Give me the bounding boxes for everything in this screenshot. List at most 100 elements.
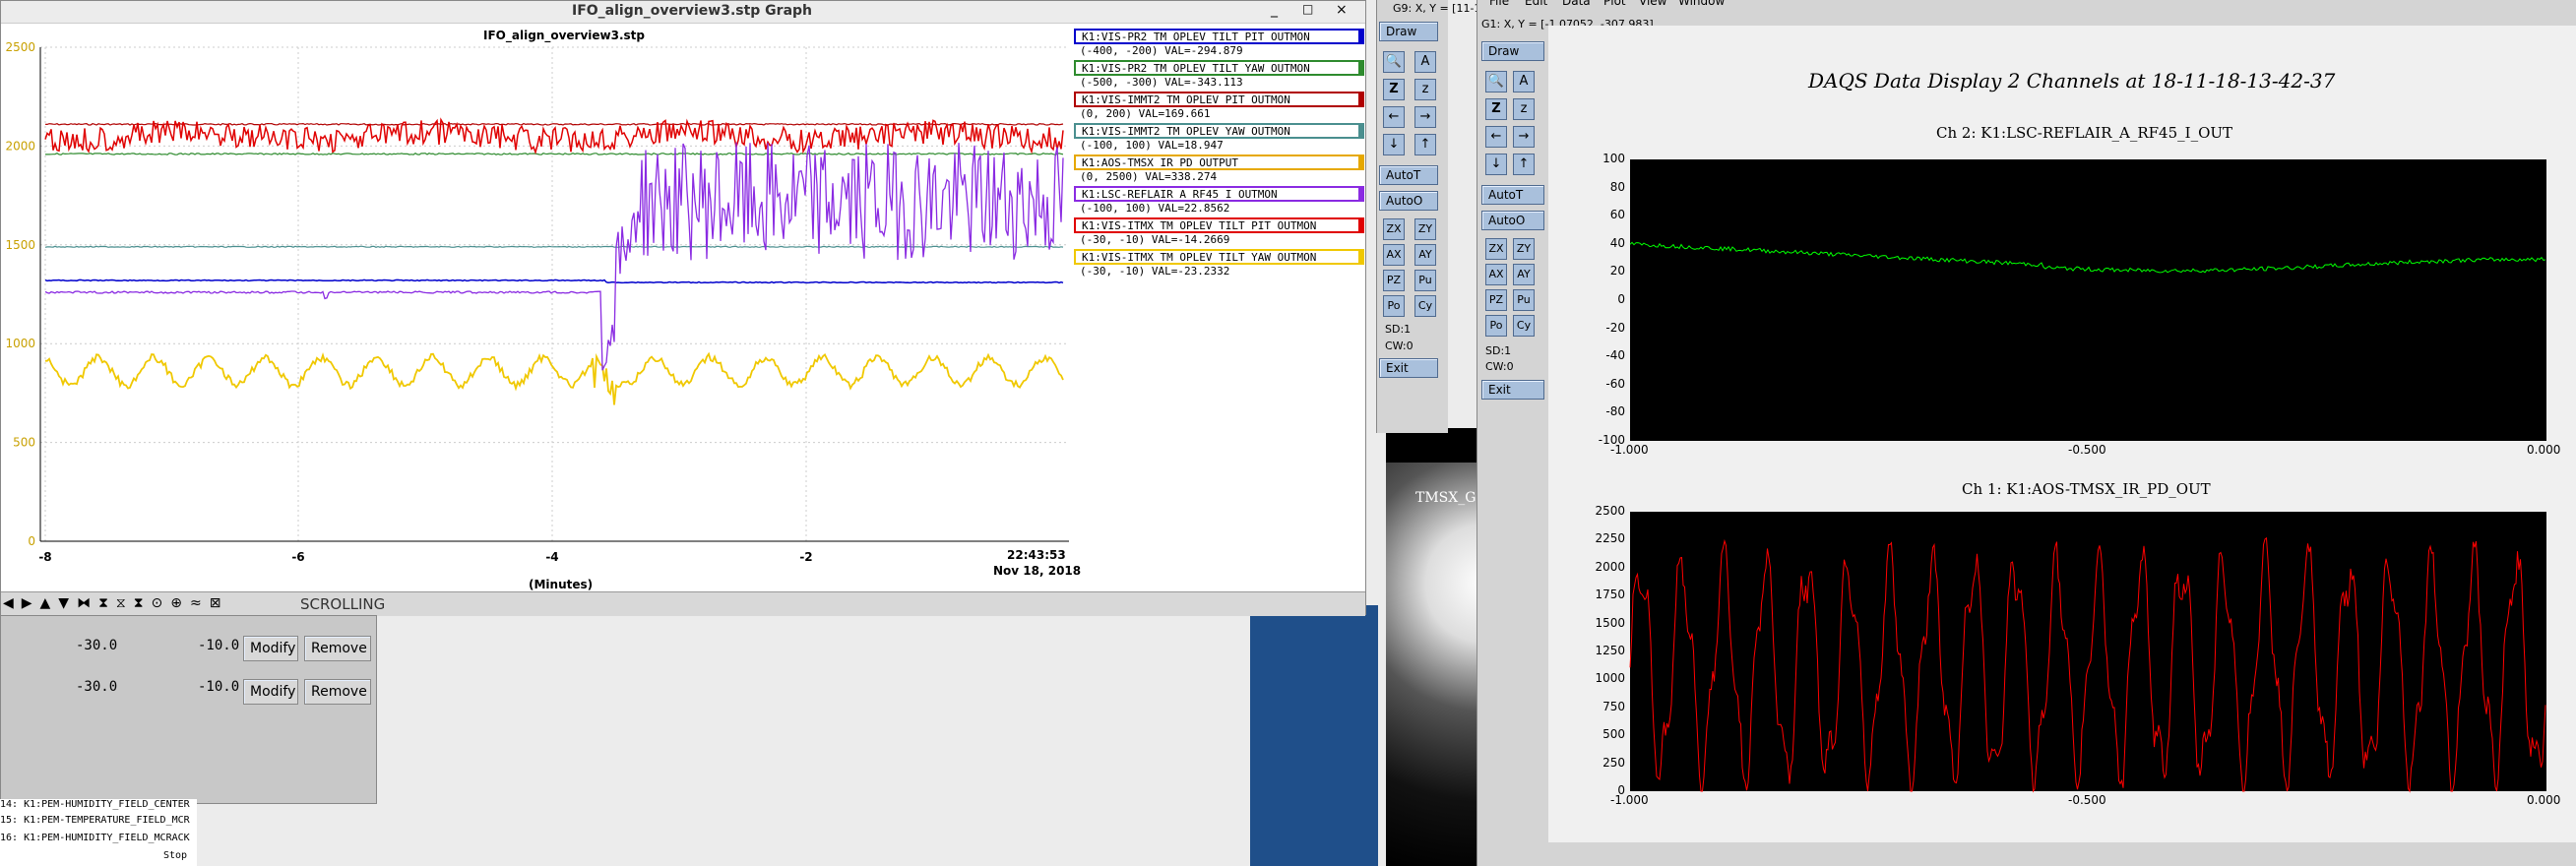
exit-button[interactable]: Exit — [1481, 380, 1544, 400]
stop-label[interactable]: Stop — [163, 850, 187, 861]
ay-button[interactable]: AY — [1513, 264, 1535, 285]
pz-button[interactable]: PZ — [1383, 270, 1405, 291]
ch2-y-tick: 100 — [1602, 152, 1625, 165]
search-icon[interactable]: 🔍 — [1485, 71, 1507, 93]
ch2-trace — [1629, 241, 2546, 274]
modify-button[interactable]: Modify — [243, 679, 298, 705]
camera-label: TMSX_G — [1415, 490, 1476, 506]
ch2-y-tick: 40 — [1609, 235, 1625, 250]
legend-range: (-500, -300) VAL=-343.113 — [1080, 76, 1243, 89]
desktop-background — [1250, 605, 1378, 866]
g9-title: G9: X, Y = [11-1 — [1393, 2, 1481, 15]
camera-image — [1386, 463, 1484, 866]
x-axis-label: (Minutes) — [529, 578, 594, 591]
x-tick-label: -2 — [799, 550, 812, 564]
y-tick-label: 2500 — [5, 40, 35, 54]
cy-button[interactable]: Cy — [1513, 315, 1535, 337]
draw-button[interactable]: Draw — [1481, 41, 1544, 61]
pu-button[interactable]: Pu — [1414, 270, 1436, 291]
arrow-down-icon[interactable]: ↓ — [1485, 154, 1507, 175]
po-button[interactable]: Po — [1383, 295, 1405, 317]
remove-button[interactable]: Remove — [304, 679, 371, 705]
menu-data[interactable]: Data — [1562, 0, 1591, 8]
remove-button[interactable]: Remove — [304, 636, 371, 661]
close-icon[interactable]: × — [1336, 2, 1348, 18]
legend-entry[interactable]: K1:LSC-REFLAIR_A_RF45_I_OUTMON — [1074, 186, 1364, 202]
menu-view[interactable]: View — [1639, 0, 1666, 8]
zoom-z-icon[interactable]: Z — [1485, 98, 1507, 120]
row2-min[interactable]: -30.0 — [76, 679, 117, 695]
pz-button[interactable]: PZ — [1485, 289, 1507, 311]
zx-button[interactable]: ZX — [1383, 218, 1405, 240]
striptool-window: IFO_align_overview3.stp Graph _ □ × IFO_… — [0, 0, 1366, 616]
arrow-right-icon[interactable]: → — [1414, 106, 1436, 128]
autoo-button[interactable]: AutoO — [1379, 191, 1438, 211]
legend-range: (0, 200) VAL=169.661 — [1080, 107, 1211, 120]
list-item[interactable]: 14: K1:PEM-HUMIDITY_FIELD_CENTER — [0, 799, 190, 810]
cy-button[interactable]: Cy — [1414, 295, 1436, 317]
x-tick-label: -6 — [291, 550, 304, 564]
ch2-y-tick: -80 — [1605, 404, 1625, 419]
arrow-up-icon[interactable]: ↑ — [1513, 154, 1535, 175]
arrow-right-icon[interactable]: → — [1513, 126, 1535, 148]
zoom-z-small-icon[interactable]: z — [1414, 79, 1436, 100]
arrow-left-icon[interactable]: ← — [1383, 106, 1405, 128]
legend-range: (-400, -200) VAL=-294.879 — [1080, 44, 1243, 57]
ch2-y-tick: -60 — [1605, 376, 1625, 391]
menu-file[interactable]: File — [1489, 0, 1509, 8]
legend-entry[interactable]: K1:VIS-ITMX_TM_OPLEV_TILT_PIT_OUTMON — [1074, 217, 1364, 233]
row1-max[interactable]: -10.0 — [198, 638, 239, 653]
arrow-down-icon[interactable]: ↓ — [1383, 134, 1405, 155]
zoom-axes-icon[interactable]: A — [1414, 51, 1436, 73]
menu-plot[interactable]: Plot — [1603, 0, 1626, 8]
ax-button[interactable]: AX — [1485, 264, 1507, 285]
zx-button[interactable]: ZX — [1485, 238, 1507, 260]
autot-button[interactable]: AutoT — [1481, 185, 1544, 205]
minimize-icon[interactable]: _ — [1271, 2, 1278, 18]
row2-max[interactable]: -10.0 — [198, 679, 239, 695]
zy-button[interactable]: ZY — [1414, 218, 1436, 240]
y-tick-label: 500 — [13, 436, 35, 450]
control-icons[interactable]: ◀▶▲▼⧓⧗⧖⧗⊙⊕≈⊠ — [3, 595, 228, 611]
x-tick-label: -8 — [38, 550, 51, 564]
zoom-z-icon[interactable]: Z — [1383, 79, 1405, 100]
ch2-y-tick: 60 — [1609, 208, 1625, 222]
x-date: Nov 18, 2018 — [993, 564, 1082, 578]
x-time: 22:43:53 — [1007, 548, 1066, 562]
ch1-y-tick: 500 — [1602, 727, 1625, 742]
row1-min[interactable]: -30.0 — [76, 638, 117, 653]
autot-button[interactable]: AutoT — [1379, 165, 1438, 185]
legend-entry[interactable]: K1:VIS-IMMT2_TM_OPLEV_YAW_OUTMON — [1074, 123, 1364, 139]
zoom-z-small-icon[interactable]: z — [1513, 98, 1535, 120]
legend-entry[interactable]: K1:VIS-ITMX_TM_OPLEV_TILT_YAW_OUTMON — [1074, 249, 1364, 265]
modify-button[interactable]: Modify — [243, 636, 298, 661]
list-item[interactable]: 16: K1:PEM-HUMIDITY_FIELD_MCRACK — [0, 833, 190, 843]
ch2-x-tick: -0.500 — [2068, 443, 2106, 457]
y-tick-label: 0 — [28, 534, 35, 548]
arrow-up-icon[interactable]: ↑ — [1414, 134, 1436, 155]
zy-button[interactable]: ZY — [1513, 238, 1535, 260]
maximize-icon[interactable]: □ — [1302, 2, 1313, 16]
ch1-y-tick: 750 — [1602, 699, 1625, 713]
list-item[interactable]: 15: K1:PEM-TEMPERATURE_FIELD_MCR — [0, 815, 190, 826]
legend-entry[interactable]: K1:VIS-IMMT2_TM_OPLEV_PIT_OUTMON — [1074, 92, 1364, 107]
zoom-axes-icon[interactable]: A — [1513, 71, 1535, 93]
legend-entry[interactable]: K1:VIS-PR2_TM_OPLEV_TILT_PIT_OUTMON — [1074, 29, 1364, 44]
ch2-x-tick: -1.000 — [1610, 443, 1649, 457]
arrow-left-icon[interactable]: ← — [1485, 126, 1507, 148]
menu-edit[interactable]: Edit — [1525, 0, 1547, 8]
draw-button[interactable]: Draw — [1379, 22, 1438, 41]
ax-button[interactable]: AX — [1383, 244, 1405, 266]
ch1-y-tick: 2500 — [1595, 504, 1625, 518]
legend-entry[interactable]: K1:VIS-PR2_TM_OPLEV_TILT_YAW_OUTMON — [1074, 60, 1364, 76]
pu-button[interactable]: Pu — [1513, 289, 1535, 311]
autoo-button[interactable]: AutoO — [1481, 211, 1544, 230]
menu-window[interactable]: Window — [1678, 0, 1725, 8]
legend-entry[interactable]: K1:AOS-TMSX_IR_PD_OUTPUT — [1074, 155, 1364, 170]
exit-button[interactable]: Exit — [1379, 358, 1438, 378]
sd-label: SD:1 — [1385, 323, 1412, 336]
ay-button[interactable]: AY — [1414, 244, 1436, 266]
po-button[interactable]: Po — [1485, 315, 1507, 337]
search-icon[interactable]: 🔍 — [1383, 51, 1405, 73]
ch1-y-tick: 250 — [1602, 755, 1625, 770]
